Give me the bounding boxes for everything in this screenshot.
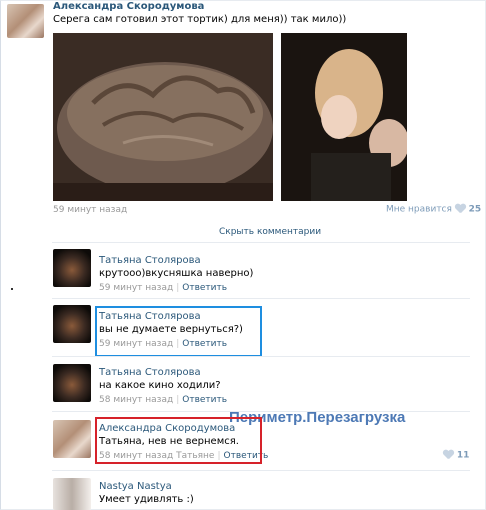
comment-author[interactable]: Татьяна Столярова xyxy=(99,367,201,378)
blue-highlight-box xyxy=(95,306,262,357)
post-author-avatar[interactable] xyxy=(7,4,44,38)
comment-avatar[interactable] xyxy=(53,305,91,343)
comment-author[interactable]: Татьяна Столярова xyxy=(99,255,201,266)
comment-text: Умеет удивлять :) xyxy=(99,494,194,505)
comments-toggle-link[interactable]: Скрыть комментарии xyxy=(219,227,321,237)
comment-avatar[interactable] xyxy=(53,364,91,402)
comment-avatar[interactable] xyxy=(53,420,91,458)
comment-time[interactable]: 58 минут назад xyxy=(99,395,173,405)
heart-icon xyxy=(455,204,466,214)
post-text: Серега сам готовил этот тортик) для меня… xyxy=(53,14,347,25)
comment-text: на какое кино ходили? xyxy=(99,380,221,391)
comment-time[interactable]: 59 минут назад xyxy=(99,283,173,293)
comment-author[interactable]: Nastya Nastya xyxy=(99,481,172,492)
like-count: 25 xyxy=(468,204,482,215)
comment-avatar[interactable] xyxy=(53,249,91,287)
post-photo-cake[interactable] xyxy=(53,33,273,201)
post-author-name[interactable]: Александра Скородумова xyxy=(53,1,204,12)
heart-icon xyxy=(443,450,454,460)
comment-avatar[interactable] xyxy=(53,478,91,510)
red-highlight-box xyxy=(95,417,262,464)
cake-image xyxy=(53,33,273,201)
comment-meta: 58 минут назад | Ответить xyxy=(99,395,228,405)
post-photo-couple[interactable] xyxy=(281,33,407,201)
comment-like-button[interactable]: 11 xyxy=(443,450,470,461)
post-like-button[interactable]: Мне нравится 25 xyxy=(386,204,481,215)
like-count: 11 xyxy=(456,450,470,461)
reply-link[interactable]: Ответить xyxy=(182,283,227,293)
like-label: Мне нравится xyxy=(386,204,452,215)
comment-text: крутооо)вкусняшка наверно) xyxy=(99,268,254,279)
reply-link[interactable]: Ответить xyxy=(182,395,227,405)
edge-dot xyxy=(11,288,13,290)
couple-image xyxy=(281,33,407,201)
post-time[interactable]: 59 минут назад xyxy=(53,205,127,215)
comment-meta: 59 минут назад | Ответить xyxy=(99,283,228,293)
